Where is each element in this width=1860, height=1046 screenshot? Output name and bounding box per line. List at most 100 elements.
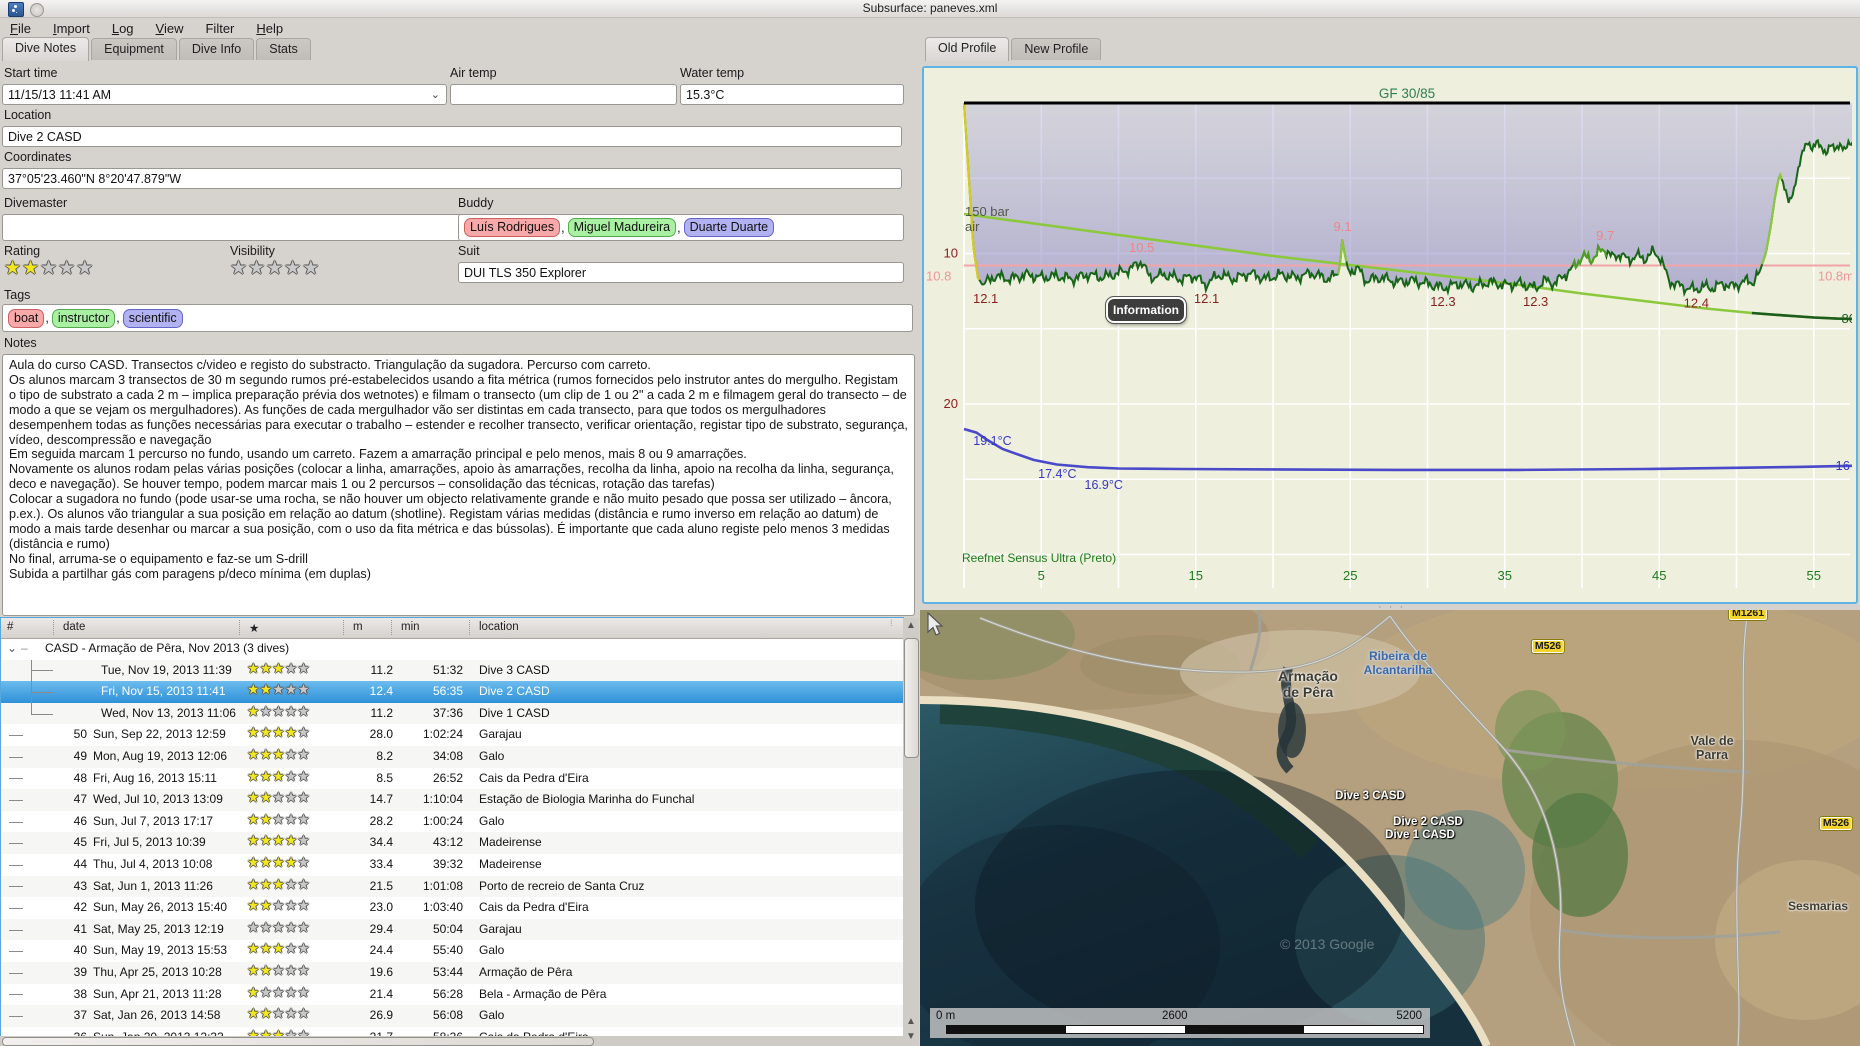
svg-text:air: air [965,219,980,234]
rating-star-3[interactable]: ★ [40,257,58,279]
start-time-select[interactable]: 11/15/13 11:41 AM ⌄ [2,84,447,105]
satellite-map[interactable]: Armação de Pêra Ribeira de Alcantarilha Va… [920,610,1860,1046]
column-header-4[interactable]: min [401,621,420,633]
dive-row[interactable]: 46 Sun, Jul 7, 2013 17:17 ★★★★★ 28.2 1:00:24… [1,811,903,833]
svg-text:9.7: 9.7 [1596,228,1614,243]
dive-number: 49 [73,749,87,763]
column-header-5[interactable]: location [479,621,519,633]
dive-row[interactable]: 38 Sun, Apr 21, 2013 11:28 ★★★★★ 21.4 56:28 B… [1,984,903,1006]
tag-pill: scientific [122,308,183,328]
menu-item-view[interactable]: View [156,21,184,36]
dive-row[interactable]: Fri, Nov 15, 2013 11:41 ★★★★★ 12.4 56:35 Div… [1,681,903,703]
dive-site-label: Dive 1 CASD [1385,829,1455,841]
dive-duration: 56:35 [432,684,463,699]
dive-group-row[interactable]: ⌄ – CASD - Armação de Pêra, Nov 2013 (3 di… [1,638,903,660]
dive-row[interactable]: 43 Sat, Jun 1, 2013 11:26 ★★★★★ 21.5 1:01:08… [1,875,903,898]
dive-list-vscrollbar[interactable]: ▲ ▲ ▼ [903,618,919,1046]
coordinates-label: Coordinates [4,150,72,164]
dive-row[interactable]: 39 Thu, Apr 25, 2013 10:28 ★★★★★ 19.6 53:44 A… [1,962,903,984]
dive-row[interactable]: 37 Sat, Jan 26, 2013 14:58 ★★★★★ 26.9 56:08 G… [1,1005,903,1027]
visibility-star-5[interactable]: ★ [302,257,320,279]
dive-row[interactable]: 42 Sun, May 26, 2013 15:40 ★★★★★ 23.0 1:03:4… [1,897,903,919]
tab-dive-info[interactable]: Dive Info [178,38,255,60]
window-titlebar[interactable]: Subsurface: paneves.xml [0,0,1860,18]
divemaster-input[interactable] [2,214,462,241]
column-header-3[interactable]: m [353,621,363,633]
tab-dive-notes[interactable]: Dive Notes [2,37,90,61]
vscroll-thumb[interactable] [904,638,919,758]
dive-row[interactable]: 40 Sun, May 19, 2013 15:53 ★★★★★ 24.4 55:40 G… [1,940,903,962]
dive-stars: ★★★★★ [247,855,310,871]
row-star-1: ★ [247,768,260,785]
column-header-0[interactable]: # [7,621,13,633]
row-star-5: ★ [297,898,310,915]
row-star-4: ★ [284,833,298,850]
dive-stars: ★★★★★ [247,725,310,741]
dive-list-table[interactable]: # date ★ m min location ⌄ – CASD - Armação de P… [0,617,904,1038]
location-input[interactable]: Dive 2 CASD [2,126,902,147]
coordinates-input[interactable]: 37°05'23.460"N 8°20'47.879"W [2,168,902,189]
dive-row[interactable]: 50 Sun, Sep 22, 2013 12:59 ★★★★★ 28.0 1:02:2… [1,724,903,746]
scroll-down-icon[interactable]: ▼ [903,1031,919,1042]
menu-item-filter[interactable]: Filter [205,21,234,36]
dive-row[interactable]: 44 Thu, Jul 4, 2013 10:08 ★★★★★ 33.4 39:32 Ma… [1,854,903,876]
row-star-4: ★ [284,984,298,1001]
visibility-star-1[interactable]: ★ [230,257,248,279]
dive-list-header[interactable]: # date ★ m min location [1,618,903,639]
tab-new-profile[interactable]: New Profile [1011,38,1102,60]
column-header-2[interactable]: ★ [249,621,259,635]
row-star-4: ★ [284,876,298,893]
rating-star-2[interactable]: ★ [22,257,40,279]
menu-item-import[interactable]: Import [53,21,90,36]
dive-depth: 29.4 [369,921,393,936]
dive-row[interactable]: 48 Fri, Aug 16, 2013 15:11 ★★★★★ 8.5 26:52 Ca… [1,768,903,790]
dive-row[interactable]: Tue, Nov 19, 2013 11:39 ★★★★★ 11.2 51:32 Div… [1,659,903,682]
notes-textarea[interactable]: Aula do curso CASD. Transectos c/video e… [2,354,915,616]
tab-old-profile[interactable]: Old Profile [925,37,1010,61]
svg-text:12.3: 12.3 [1523,294,1548,309]
svg-text:12.4: 12.4 [1684,296,1709,311]
rating-star-1[interactable]: ★ [4,257,22,279]
dive-number: 46 [73,813,87,828]
buddy-input[interactable]: Luís Rodrigues, Miguel Madureira, Duarte D… [458,214,904,241]
dive-row[interactable]: 47 Wed, Jul 10, 2013 13:09 ★★★★★ 14.7 1:10:0… [1,789,903,811]
suit-input[interactable]: DUI TLS 350 Explorer [458,262,904,283]
menu-item-help[interactable]: Help [256,21,283,36]
column-header-1[interactable]: date [63,621,85,633]
visibility-star-3[interactable]: ★ [266,257,284,279]
dive-row[interactable]: Wed, Nov 13, 2013 11:06 ★★★★★ 11.2 37:36 Div… [1,702,903,725]
row-star-4: ★ [284,747,298,763]
row-star-3: ★ [272,855,285,871]
dive-row[interactable]: 41 Sat, May 25, 2013 12:19 ★★★★★ 29.4 50:04 G… [1,918,903,941]
hscroll-thumb[interactable] [2,1037,594,1046]
dive-depth: 11.2 [370,662,393,677]
dive-duration: 1:00:24 [422,813,463,828]
visibility-stars[interactable]: ★★★★★ [230,258,320,278]
tab-stats[interactable]: Stats [256,38,311,60]
rating-stars[interactable]: ★★★★★ [4,258,94,278]
row-star-2: ★ [259,790,273,807]
dive-date: Wed, Nov 13, 2013 11:06 [101,705,236,720]
row-star-3: ★ [272,919,285,936]
dive-row[interactable]: 45 Fri, Jul 5, 2013 10:39 ★★★★★ 34.4 43:12 Ma… [1,832,903,854]
menu-item-log[interactable]: Log [112,21,134,36]
svg-text:20: 20 [944,396,958,411]
visibility-star-4[interactable]: ★ [284,257,302,279]
scroll-up-icon[interactable]: ▲ [903,620,919,631]
tags-input[interactable]: boat, instructor, scientific [2,304,913,332]
menu-item-file[interactable]: File [10,21,31,36]
rating-star-4[interactable]: ★ [58,257,76,279]
dive-list-hscrollbar[interactable] [0,1036,903,1046]
visibility-star-2[interactable]: ★ [248,257,266,279]
air-temp-input[interactable] [450,84,677,105]
dive-profile-chart[interactable]: GF 30/85 150 barair 80 16 10.8m 10.8 10 20 5 15 25… [922,66,1858,604]
tab-equipment[interactable]: Equipment [91,38,177,60]
dive-location: Galo [479,943,505,958]
map-scalebar: 0 m 2600 5200 [930,1008,1430,1038]
rating-star-5[interactable]: ★ [76,257,94,279]
water-temp-input[interactable]: 15.3°C [680,84,904,105]
dive-row[interactable]: 49 Mon, Aug 19, 2013 12:06 ★★★★★ 8.2 34:08 Ga… [1,746,903,768]
scroll-up2-icon[interactable]: ▲ [903,1016,919,1027]
dive-depth: 24.4 [369,943,393,958]
row-star-5: ★ [297,855,310,871]
